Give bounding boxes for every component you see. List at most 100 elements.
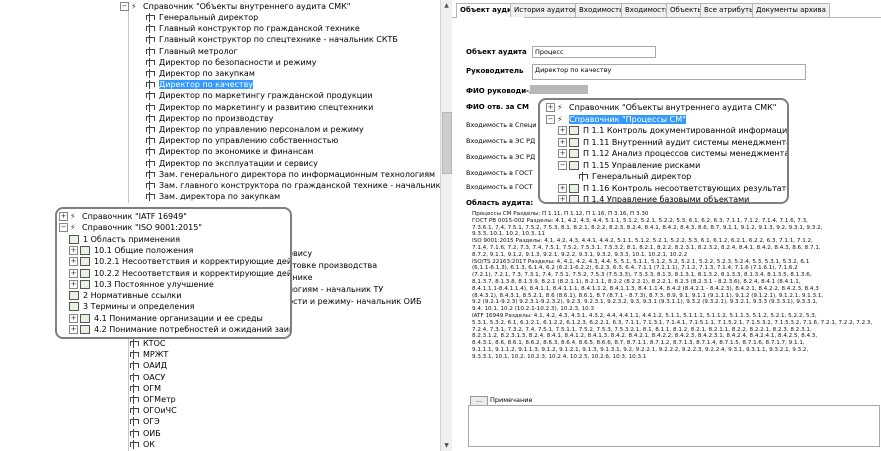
process-tree-item[interactable]: + П 1.1 Контроль документированной информ… — [558, 125, 787, 136]
tab-entry-1[interactable]: Входимость — [575, 3, 628, 17]
iso-tree-item[interactable]: +10.3 Постоянное улучшение — [69, 279, 214, 290]
collapse-icon[interactable]: − — [120, 2, 129, 11]
process-tree-item[interactable]: + ⚡ Справочник "Объекты внутреннего аудита… — [546, 102, 776, 113]
tree-root-objects[interactable]: − ⚡ Справочник "Объекты внутреннего аудита… — [120, 1, 350, 12]
expand-icon[interactable]: + — [69, 313, 78, 323]
tree-item[interactable]: Зам. генерального директора по информаци… — [145, 169, 435, 180]
tree-item[interactable]: Директор по безопасности и режиму — [145, 57, 317, 68]
tab-archive-documents[interactable]: Документы архива — [752, 3, 830, 17]
tree-item[interactable]: Генеральный директор — [145, 12, 258, 23]
iso-tree-item[interactable]: + ⚡ Справочник "IATF 16949" — [59, 211, 187, 222]
collapse-icon[interactable]: − — [558, 160, 567, 170]
audit-area-line: 9.4, 10.1, 10.2 (10.2.1-10.2.3), 10.2.3,… — [472, 306, 595, 313]
tree-item[interactable]: Главный метролог — [145, 46, 238, 57]
node-icon — [129, 383, 139, 393]
expand-icon[interactable]: + — [558, 195, 567, 202]
tree-item-label: ОГМетр — [143, 395, 176, 404]
expand-icon[interactable]: + — [69, 325, 78, 334]
tree-item[interactable]: ОАИД — [129, 360, 167, 371]
iso-tree-item[interactable]: 2 Нормативные ссылки — [69, 290, 181, 301]
tree-item[interactable]: Директор по производству — [145, 113, 273, 124]
tree-item[interactable]: КТОС — [129, 338, 165, 349]
node-icon — [145, 24, 155, 34]
process-tree-item[interactable]: − П 1.15 Управление рисками — [558, 160, 700, 171]
collapse-icon[interactable]: − — [59, 223, 68, 233]
scroll-down-arrow-icon[interactable]: ▼ — [441, 440, 452, 451]
tree-item-label: Директор по управлению собственностью — [159, 136, 339, 146]
expand-icon[interactable]: + — [558, 149, 567, 158]
iso-tree-item[interactable]: 1 Область применения — [69, 234, 180, 245]
expand-icon[interactable]: + — [558, 183, 567, 193]
tree-item[interactable]: Главный конструктор по гражданской техни… — [145, 23, 360, 34]
process-tree-item-selected[interactable]: − ⚡ Справочник "Процессы СМ" — [546, 114, 686, 125]
node-icon — [145, 35, 155, 45]
audit-area-line: IATF 16949 Разделы: 4.1, 4.2, 4.3, 4.3.1… — [472, 312, 817, 319]
tree-item[interactable]: Директор по экономике и финансам — [145, 146, 313, 157]
tree-item[interactable]: Директор по управлению собственностью — [145, 135, 338, 146]
tree-item[interactable]: ОГЭ — [129, 416, 160, 427]
expand-icon[interactable]: + — [558, 126, 567, 135]
iso-tree-item-label: Справочник "IATF 16949" — [82, 212, 187, 221]
tree-root-label: Справочник "Объекты внутреннего аудита С… — [143, 2, 351, 11]
expand-icon[interactable]: + — [69, 279, 78, 289]
tree-item[interactable]: ОИБ — [129, 428, 161, 439]
tree-item[interactable]: ОАСУ — [129, 372, 165, 383]
tree-item[interactable]: ОГМ — [129, 383, 161, 394]
process-tree-item[interactable]: + П 1.4 Управление базовыми объектами — [558, 194, 749, 202]
audit-area-line: 9.3.3.1, 10.1, 10.2, 10.2.3, 10.2.4, 10.… — [472, 353, 647, 360]
node-icon — [145, 169, 155, 179]
expand-icon[interactable]: + — [69, 257, 78, 267]
expand-icon[interactable]: + — [546, 103, 555, 112]
iso-tree-item[interactable]: +4.2 Понимание потребностей и ожиданий з… — [69, 324, 290, 335]
iso-tree-item[interactable]: +10.2.2 Несоответствия и корректирующие … — [69, 268, 290, 279]
tree-item[interactable]: ОГМетр — [129, 394, 176, 405]
head-field[interactable]: Директор по качеству — [532, 64, 806, 80]
iso-tree-item[interactable]: 3 Термины и определения — [69, 301, 194, 312]
section-icon — [569, 137, 579, 147]
tree-item[interactable]: ОГОиЧС — [129, 405, 177, 416]
audit-area-line: 7.3.6.1, 7.4, 7.5.1, 7.5.2, 7.5.3, 8.1, … — [472, 224, 823, 231]
tree-item-label: Главный метролог — [159, 46, 238, 56]
tree-item-selected[interactable]: Директор по качеству — [145, 79, 254, 90]
tab-all-attributes[interactable]: Все атрибуты — [700, 3, 759, 17]
expand-icon[interactable]: + — [558, 137, 567, 147]
scroll-up-arrow-icon[interactable]: ▲ — [441, 0, 452, 11]
audit-object-field[interactable]: Процесс — [532, 46, 656, 58]
iso-tree-item[interactable]: − ⚡ Справочник "ISO 9001:2015" — [59, 222, 202, 233]
tree-item-label: ОГМ — [143, 383, 162, 393]
process-tree-item[interactable]: + П 1.12 Анализ процессов системы менеджм… — [558, 148, 787, 159]
expand-icon[interactable]: + — [69, 268, 78, 278]
process-tree-item[interactable]: + П 1.11 Внутренний аудит системы менеджм… — [558, 137, 787, 148]
tree-item[interactable]: ОК — [129, 439, 155, 450]
left-scrollbar[interactable]: ▲ ▼ — [440, 0, 452, 451]
node-icon — [145, 192, 155, 202]
process-tree-item[interactable]: + П 1.16 Контроль несоответствующих резул… — [558, 183, 787, 194]
tree-item[interactable]: Директор по маркетингу и развитию спецте… — [145, 102, 373, 113]
collapse-icon[interactable]: − — [546, 114, 555, 124]
tab-audit-history[interactable]: История аудитов — [510, 3, 582, 17]
scroll-thumb[interactable] — [442, 112, 452, 174]
tree-item-label: Главный конструктор по гражданской техни… — [159, 24, 360, 34]
tree-hidden-fragment: ности и режиму- начальник ОИБ — [283, 297, 422, 306]
tree-item[interactable]: Директор по эксплуатации и сервису — [145, 158, 318, 169]
expand-icon[interactable]: + — [59, 212, 68, 221]
tree-item[interactable]: Директор по управлению персоналом и режи… — [145, 124, 364, 135]
iso-tree-item[interactable]: +10.1 Общие положения — [69, 245, 193, 256]
node-icon — [129, 372, 139, 382]
expand-icon[interactable]: + — [69, 245, 78, 255]
tree-item[interactable]: Главный конструктор по спецтехнике - нач… — [145, 34, 398, 45]
notes-field[interactable] — [468, 405, 880, 447]
process-tree-item[interactable]: Генеральный директор — [578, 171, 691, 182]
tree-item[interactable]: Директор по маркетингу гражданской проду… — [145, 90, 373, 101]
iso-tree-item[interactable]: +4.1 Понимание организации и ее среды — [69, 313, 263, 324]
audit-area-text: Процессы СМ Разделы: П 1.11, П 1.12, П 1… — [472, 211, 876, 361]
tree-item[interactable]: Зам. главного конструктора по гражданско… — [145, 180, 452, 191]
tree-item[interactable]: МРЖТ — [129, 349, 168, 360]
tree-item[interactable]: Директор по закупкам — [145, 68, 255, 79]
entry-gost2-label: Входимость в ГОСТ — [466, 183, 533, 191]
iso-tree-item[interactable]: +10.2.1 Несоответствия и корректирующие … — [69, 256, 290, 267]
tree-item[interactable]: Зам. директора по закупкам — [145, 191, 280, 202]
head-label: Руководитель — [466, 67, 524, 75]
section-icon — [69, 302, 79, 312]
redacted-name — [530, 85, 588, 94]
